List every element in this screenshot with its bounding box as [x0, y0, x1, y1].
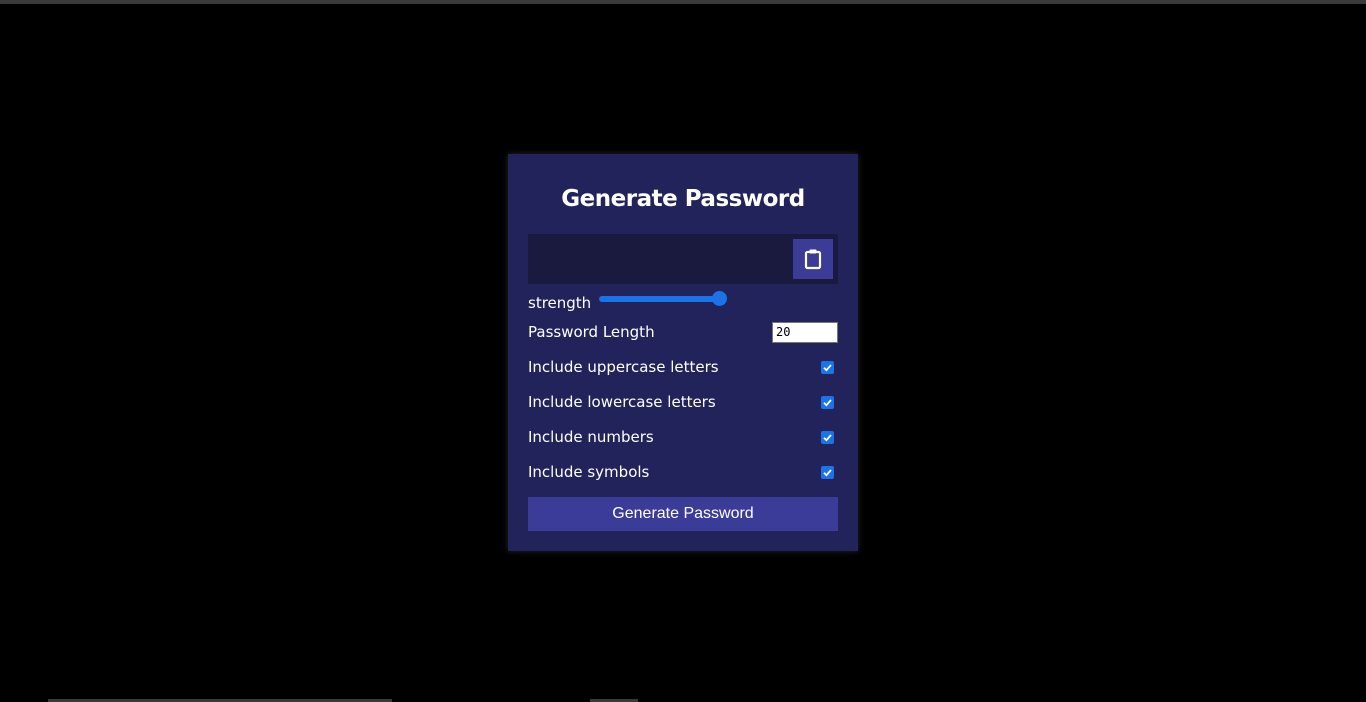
strength-slider[interactable]: [599, 291, 728, 307]
strength-slider-thumb[interactable]: [712, 291, 728, 306]
strength-row: strength: [528, 286, 728, 312]
strength-slider-track: [599, 296, 720, 302]
lowercase-label: Include lowercase letters: [528, 393, 716, 411]
symbols-checkbox[interactable]: [821, 465, 834, 479]
uppercase-label: Include uppercase letters: [528, 358, 719, 376]
checkmark-icon: [823, 398, 832, 407]
checkmark-icon: [823, 363, 832, 372]
setting-numbers: Include numbers: [528, 425, 838, 449]
numbers-label: Include numbers: [528, 428, 654, 446]
checkmark-icon: [823, 433, 832, 442]
lowercase-checkbox[interactable]: [821, 395, 834, 409]
copy-to-clipboard-button[interactable]: [793, 239, 833, 279]
password-length-input[interactable]: [772, 321, 838, 343]
numbers-checkbox[interactable]: [821, 430, 834, 444]
page-title: Generate Password: [561, 186, 805, 212]
password-length-label: Password Length: [528, 323, 655, 341]
password-generator-card: Generate Password strength Password Leng…: [508, 154, 858, 551]
password-result-box: [528, 234, 838, 284]
setting-password-length: Password Length: [528, 320, 838, 344]
uppercase-checkbox[interactable]: [821, 360, 834, 374]
clipboard-icon: [804, 249, 822, 270]
setting-uppercase: Include uppercase letters: [528, 355, 838, 379]
symbols-label: Include symbols: [528, 463, 650, 481]
strength-label: strength: [528, 294, 592, 312]
setting-symbols: Include symbols: [528, 460, 838, 484]
setting-lowercase: Include lowercase letters: [528, 390, 838, 414]
checkmark-icon: [823, 468, 832, 477]
browser-top-bar: [0, 0, 1366, 4]
generate-password-button[interactable]: Generate Password: [528, 497, 838, 531]
